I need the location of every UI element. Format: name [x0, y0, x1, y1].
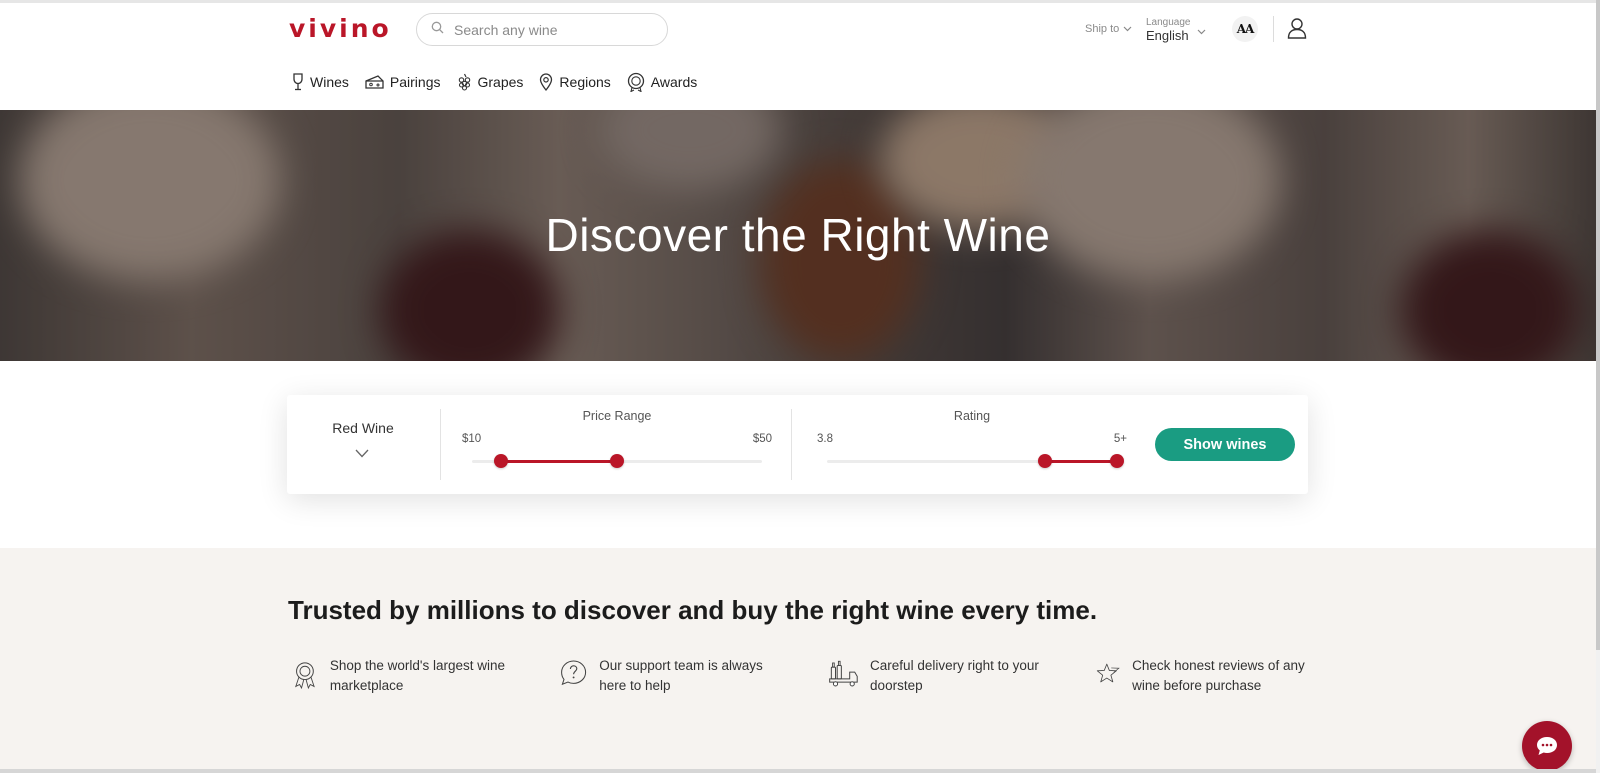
- language-label: Language: [1146, 17, 1191, 28]
- ship-to-selector[interactable]: Ship to: [1085, 23, 1132, 35]
- feature-item: Our support team is always here to help: [560, 656, 790, 696]
- language-selector[interactable]: Language English: [1146, 17, 1206, 43]
- nav-item-regions[interactable]: Regions: [539, 72, 611, 92]
- rating-title: Rating: [953, 409, 991, 423]
- search-icon: [431, 21, 444, 39]
- price-slider-fill: [501, 460, 617, 463]
- chat-button[interactable]: [1522, 721, 1572, 771]
- price-max-handle[interactable]: [610, 454, 624, 468]
- chevron-down-icon: [355, 449, 369, 458]
- rating-max-label: 5+: [1113, 433, 1127, 445]
- nav-item-awards[interactable]: Awards: [627, 72, 697, 92]
- horizontal-scrollbar[interactable]: [0, 769, 1596, 773]
- nav-item-pairings[interactable]: Pairings: [365, 72, 441, 92]
- price-min-label: $10: [462, 433, 482, 445]
- top-border: [0, 0, 1596, 3]
- wine-glass-icon: [293, 73, 303, 91]
- trusted-title: Trusted by millions to discover and buy …: [288, 595, 1098, 625]
- feature-text: Our support team is always here to help: [599, 658, 763, 693]
- nav-label: Regions: [559, 74, 611, 90]
- chevron-down-icon: [1123, 26, 1132, 32]
- user-account-icon[interactable]: [1287, 17, 1307, 44]
- rating-max-handle[interactable]: [1110, 454, 1124, 468]
- feature-text: Check honest reviews of any wine before …: [1132, 658, 1305, 693]
- nav-item-grapes[interactable]: Grapes: [457, 72, 524, 92]
- search-input[interactable]: [454, 21, 654, 38]
- grapes-icon: [458, 73, 470, 91]
- text-size-button[interactable]: AA: [1232, 16, 1258, 42]
- main-nav: Wines Pairings Grapes Regions Awards: [292, 72, 697, 92]
- hero-title: Discover the Right Wine: [545, 209, 1051, 261]
- page: vivino Ship to Language English AA Wines…: [0, 0, 1600, 773]
- rating-slider-track[interactable]: [827, 454, 1124, 468]
- vivino-logo[interactable]: vivino: [289, 14, 392, 43]
- feature-item: Careful delivery right to your doorstep: [828, 656, 1058, 696]
- header-divider: [1273, 16, 1274, 42]
- hero-banner: Discover the Right Wine: [0, 110, 1596, 361]
- nav-label: Awards: [650, 74, 698, 90]
- cheese-icon: [365, 75, 384, 89]
- search-bar[interactable]: [416, 13, 668, 46]
- award-icon: [627, 72, 644, 92]
- feature-item: Check honest reviews of any wine before …: [1096, 656, 1326, 696]
- rating-filter: Rating 3.8 5+: [817, 395, 1127, 494]
- price-range-filter: Price Range $10 $50: [462, 395, 772, 494]
- help-question-icon: [561, 660, 587, 686]
- price-range-title: Price Range: [582, 409, 652, 423]
- nav-label: Pairings: [389, 74, 441, 90]
- filter-divider: [791, 409, 792, 480]
- map-pin-icon: [540, 73, 553, 91]
- nav-item-wines[interactable]: Wines: [292, 72, 349, 92]
- wine-type-dropdown[interactable]: Red Wine: [287, 395, 439, 494]
- price-slider-track[interactable]: [472, 454, 762, 468]
- nav-label: Wines: [310, 74, 349, 90]
- filter-divider: [440, 409, 441, 480]
- award-ribbon-icon: [295, 662, 315, 690]
- language-value: English: [1146, 28, 1189, 43]
- chevron-down-icon: [1197, 29, 1205, 35]
- feature-item: Shop the world's largest wine marketplac…: [292, 656, 522, 696]
- delivery-truck-icon: [829, 660, 858, 687]
- price-min-handle[interactable]: [494, 454, 508, 468]
- rating-min-label: 3.8: [817, 433, 833, 445]
- trusted-section: Trusted by millions to discover and buy …: [0, 548, 1596, 773]
- scrollbar-thumb[interactable]: [1596, 0, 1600, 650]
- show-wines-button[interactable]: Show wines: [1155, 428, 1295, 461]
- vertical-scrollbar[interactable]: [1596, 0, 1600, 773]
- rating-slider-fill: [1044, 460, 1117, 463]
- ship-to-label: Ship to: [1085, 23, 1120, 35]
- price-max-label: $50: [752, 433, 772, 445]
- chat-bubble-icon: [1537, 737, 1557, 755]
- wine-filter-card: Red Wine Price Range $10 $50 Rating 3.8 …: [287, 395, 1308, 494]
- star-icon: [1096, 663, 1120, 683]
- feature-text: Shop the world's largest wine marketplac…: [329, 658, 506, 693]
- nav-label: Grapes: [477, 74, 524, 90]
- feature-text: Careful delivery right to your doorstep: [870, 658, 1039, 693]
- rating-min-handle[interactable]: [1037, 454, 1052, 468]
- wine-type-label: Red Wine: [332, 420, 394, 436]
